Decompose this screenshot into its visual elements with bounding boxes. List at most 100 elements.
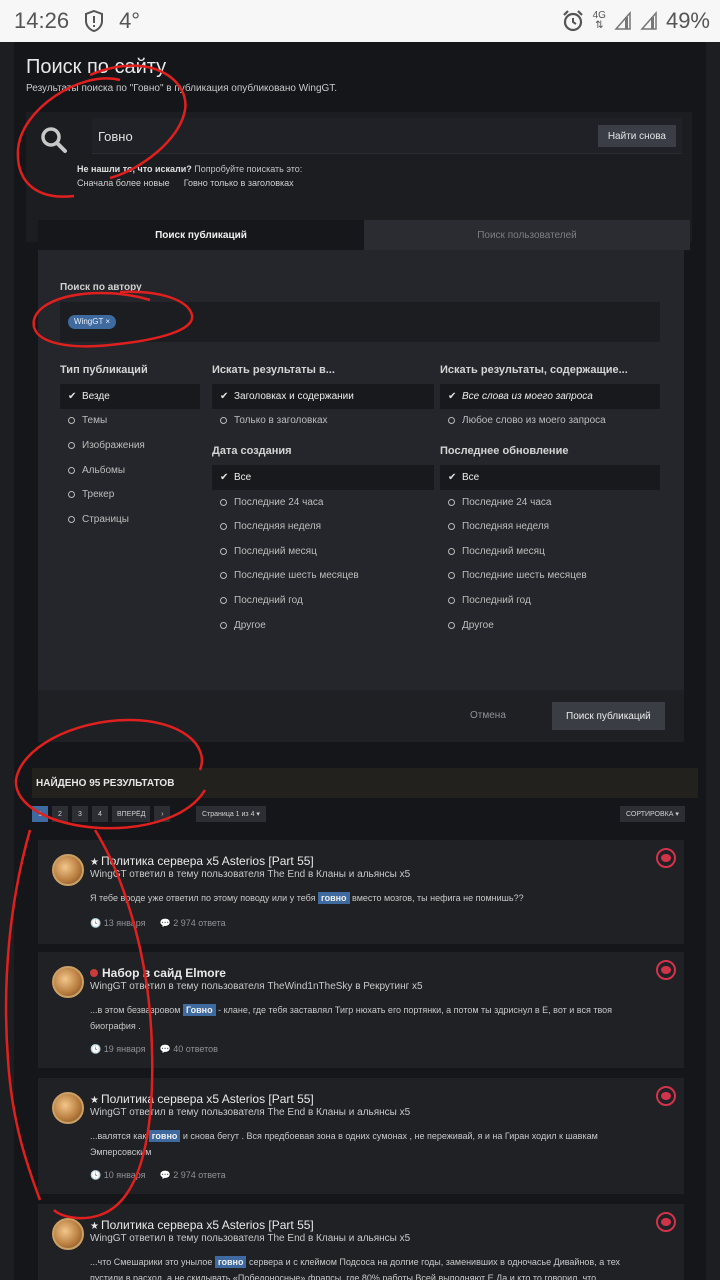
contains-title: Искать результаты, содержащие... [440, 364, 628, 376]
avatar[interactable] [52, 1092, 84, 1124]
author-tag[interactable]: WingGT × [68, 315, 117, 329]
type-column: Тип публикаций ✔ Везде Темы Изображения А… [60, 364, 200, 532]
last-page-link[interactable]: › [154, 806, 171, 822]
tab-posts[interactable]: Поиск публикаций [38, 220, 364, 250]
page-link[interactable]: 2 [52, 806, 68, 822]
type-option[interactable]: Темы [60, 409, 200, 434]
author-label: Поиск по автору [60, 282, 142, 293]
created-title: Дата создания [212, 445, 292, 458]
page-link[interactable]: 1 [32, 806, 48, 822]
radio-icon [220, 547, 227, 555]
contains-column: Искать результаты, содержащие... ✔ Все сл… [440, 364, 660, 637]
result-meta: 🕓 13 января 💬 2 974 ответа [90, 918, 226, 928]
search-header: Поиск по сайту Результаты поиска по "Гов… [26, 56, 337, 94]
author-field[interactable]: WingGT × [60, 302, 660, 342]
cancel-link[interactable]: Отмена [470, 710, 506, 721]
search-icon [41, 127, 67, 153]
radio-icon [448, 596, 455, 604]
created-option[interactable]: ✔ Все [212, 465, 434, 490]
search-input[interactable] [92, 118, 592, 154]
battery-level: 49% [665, 8, 710, 33]
shield-icon [85, 10, 104, 32]
search-suggestions: Сначала более новые Говно только в загол… [77, 178, 294, 188]
result-subtitle: WingGT ответил в тему пользователя The E… [90, 1107, 411, 1118]
search-in-option[interactable]: Только в заголовках [212, 409, 434, 434]
updated-option[interactable]: ✔ Все [440, 465, 660, 490]
status-dot [90, 969, 98, 977]
page-select[interactable]: Страница 1 из 4 ▾ [196, 806, 266, 822]
status-bar: 14:26 4° 4G ⇅ 49% [0, 0, 720, 42]
pagination: 1 2 3 4 ВПЕРЁД › [32, 806, 171, 822]
signal-icon [614, 11, 631, 30]
comment-icon [656, 960, 676, 980]
suggestion-newest-link[interactable]: Сначала более новые [77, 178, 170, 188]
radio-icon [220, 498, 227, 506]
page-title: Поиск по сайту [26, 56, 167, 78]
type-option[interactable]: Альбомы [60, 458, 200, 483]
created-option[interactable]: Последний месяц [212, 539, 434, 564]
not-found-hint: Не нашли то, что искали? Попробуйте поис… [77, 164, 303, 174]
updated-option[interactable]: Другое [440, 613, 660, 638]
updated-option[interactable]: Последние 24 часа [440, 490, 660, 515]
result-title[interactable]: Набор в сайд Elmore [90, 966, 226, 980]
avatar[interactable] [52, 966, 84, 998]
result-subtitle: WingGT ответил в тему пользователя The E… [90, 869, 411, 880]
status-time: 14:26 [14, 8, 70, 33]
radio-icon [68, 466, 75, 474]
comment-icon [656, 1086, 676, 1106]
updated-option[interactable]: Последний месяц [440, 539, 660, 564]
tab-users[interactable]: Поиск пользователей [364, 220, 690, 250]
updated-option[interactable]: Последняя неделя [440, 514, 660, 539]
result-subtitle: WingGT ответил в тему пользователя TheWi… [90, 981, 423, 992]
page-link[interactable]: 4 [92, 806, 108, 822]
radio-icon [68, 441, 75, 449]
star-icon: ★ [90, 857, 99, 868]
filters-panel: Поиск по автору WingGT × Тип публикаций … [38, 250, 684, 742]
radio-icon [448, 572, 455, 580]
result-card[interactable]: Набор в сайд Elmore WingGT ответил в тем… [38, 952, 684, 1068]
result-subtitle: WingGT ответил в тему пользователя The E… [90, 1233, 411, 1244]
next-page-link[interactable]: ВПЕРЁД [112, 806, 151, 822]
created-option[interactable]: Последний год [212, 588, 434, 613]
result-card[interactable]: ★ Политика сервера x5 Asterios [Part 55] … [38, 1204, 684, 1280]
search-input-bar: Найти снова [92, 118, 682, 154]
radio-icon [448, 417, 455, 425]
search-in-option[interactable]: ✔ Заголовках и содержании [212, 384, 434, 409]
updated-option[interactable]: Последний год [440, 588, 660, 613]
avatar[interactable] [52, 1218, 84, 1250]
sort-select[interactable]: СОРТИРОВКА ▾ [620, 806, 685, 822]
check-icon: ✔ [68, 390, 77, 402]
created-option[interactable]: Последние шесть месяцев [212, 564, 434, 589]
page-subtitle: Результаты поиска по "Говно" в публикаци… [26, 83, 338, 94]
check-icon: ✔ [448, 471, 457, 483]
updated-option[interactable]: Последние шесть месяцев [440, 564, 660, 589]
contains-option[interactable]: ✔ Все слова из моего запроса [440, 384, 660, 409]
result-meta: 🕓 19 января 💬 40 ответов [90, 1044, 218, 1054]
page-link[interactable]: 3 [72, 806, 88, 822]
created-option[interactable]: Последние 24 часа [212, 490, 434, 515]
check-icon: ✔ [220, 390, 229, 402]
radio-icon [220, 621, 227, 629]
result-title[interactable]: ★ Политика сервера x5 Asterios [Part 55] [90, 1092, 314, 1106]
type-option[interactable]: ✔ Везде [60, 384, 200, 409]
suggestion-titles-link[interactable]: Говно только в заголовках [184, 178, 294, 188]
result-card[interactable]: ★ Политика сервера x5 Asterios [Part 55] … [38, 1078, 684, 1194]
created-option[interactable]: Последняя неделя [212, 514, 434, 539]
type-option[interactable]: Страницы [60, 507, 200, 532]
radio-icon [68, 417, 75, 425]
result-title[interactable]: ★ Политика сервера x5 Asterios [Part 55] [90, 1218, 314, 1232]
type-option[interactable]: Трекер [60, 482, 200, 507]
result-title[interactable]: ★ Политика сервера x5 Asterios [Part 55] [90, 854, 314, 868]
result-card[interactable]: ★ Политика сервера x5 Asterios [Part 55] … [38, 840, 684, 944]
created-option[interactable]: Другое [212, 613, 434, 638]
filters-footer: Отмена Поиск публикаций [38, 690, 684, 742]
radio-icon [448, 523, 455, 531]
alarm-icon [562, 10, 583, 32]
avatar[interactable] [52, 854, 84, 886]
network-type: 4G ⇅ [592, 10, 606, 31]
result-meta: 🕓 10 января 💬 2 974 ответа [90, 1170, 226, 1180]
search-posts-button[interactable]: Поиск публикаций [552, 702, 665, 730]
contains-option[interactable]: Любое слово из моего запроса [440, 409, 660, 434]
search-again-button[interactable]: Найти снова [597, 125, 676, 147]
type-option[interactable]: Изображения [60, 433, 200, 458]
